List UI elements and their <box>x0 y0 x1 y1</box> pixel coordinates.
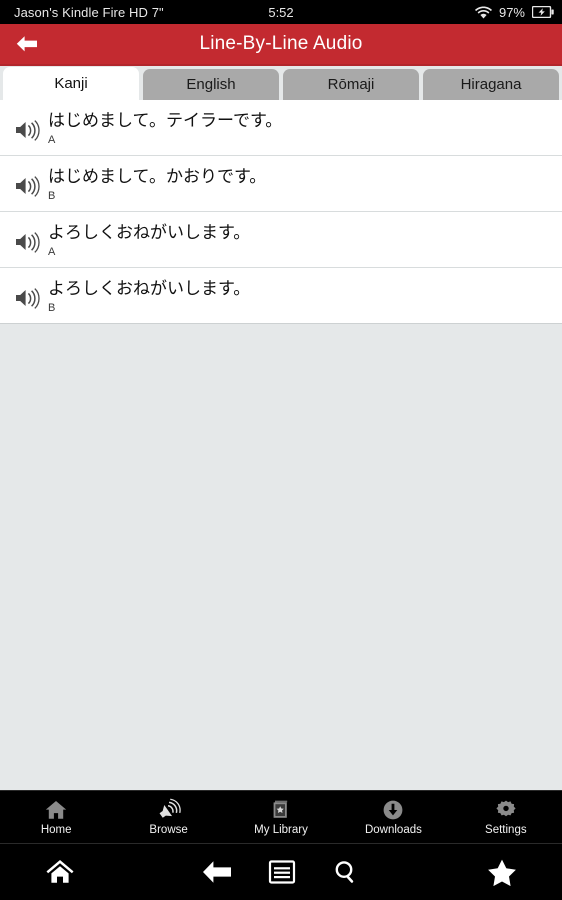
page-title: Line-By-Line Audio <box>199 33 363 54</box>
line-sentence: はじめまして。かおりです。 <box>48 167 267 187</box>
nav-search-button[interactable] <box>332 859 360 885</box>
line-text-block: よろしくおねがいします。 A <box>44 221 250 259</box>
tab-kanji[interactable]: Kanji <box>3 67 139 100</box>
battery-charging-icon <box>532 6 554 18</box>
tab-home-label: Home <box>40 824 72 836</box>
download-circle-icon <box>381 798 405 822</box>
line-sentence: よろしくおねがいします。 <box>48 279 251 299</box>
broadcast-icon <box>157 798 181 822</box>
line-text-block: よろしくおねがいします。 B <box>44 277 250 315</box>
tab-downloads[interactable]: Downloads <box>337 798 449 836</box>
nav-back-button[interactable] <box>202 859 232 885</box>
status-device-name: Jason's Kindle Fire HD 7" <box>14 4 164 20</box>
bottom-tab-bar: Home Browse My Library Downloads Setting… <box>0 790 562 844</box>
line-sentence: よろしくおねがいします。 <box>48 223 251 243</box>
tab-settings[interactable]: Settings <box>450 798 562 836</box>
tab-home[interactable]: Home <box>0 798 112 836</box>
speaker-icon <box>14 119 40 141</box>
play-audio-button[interactable] <box>10 225 44 259</box>
wifi-icon <box>474 6 492 19</box>
nav-center-group <box>120 859 442 885</box>
line-speaker-label: B <box>48 302 56 314</box>
home-icon <box>45 858 75 886</box>
list-item[interactable]: はじめまして。かおりです。 B <box>0 156 562 212</box>
play-audio-button[interactable] <box>10 113 44 147</box>
tab-hiragana[interactable]: Hiragana <box>423 69 559 100</box>
status-bar: Jason's Kindle Fire HD 7" 5:52 97% <box>0 0 562 24</box>
line-text-block: はじめまして。テイラーです。 A <box>44 109 282 147</box>
nav-home-button[interactable] <box>0 858 120 886</box>
tab-my-library[interactable]: My Library <box>225 798 337 836</box>
home-icon <box>44 798 68 822</box>
list-item[interactable]: よろしくおねがいします。 B <box>0 268 562 323</box>
play-audio-button[interactable] <box>10 169 44 203</box>
tab-english[interactable]: English <box>143 69 279 100</box>
status-indicators: 97% <box>474 4 554 20</box>
line-speaker-label: A <box>48 246 56 258</box>
tab-settings-label: Settings <box>485 824 527 836</box>
line-speaker-label: B <box>48 190 56 202</box>
tab-strip: Kanji English Rōmaji Hiragana <box>0 66 562 100</box>
battery-percent-label: 97% <box>498 4 525 20</box>
star-icon <box>487 858 517 886</box>
tab-browse-label: Browse <box>149 824 188 836</box>
play-audio-button[interactable] <box>10 281 44 315</box>
line-sentence: はじめまして。テイラーです。 <box>48 111 283 131</box>
speaker-icon <box>14 231 40 253</box>
gear-icon <box>494 798 518 822</box>
tab-romaji[interactable]: Rōmaji <box>283 69 419 100</box>
back-button[interactable] <box>0 23 54 65</box>
nav-favorite-button[interactable] <box>442 858 562 886</box>
book-star-icon <box>269 798 293 822</box>
line-speaker-label: A <box>48 134 56 146</box>
app-bar: Line-By-Line Audio <box>0 24 562 66</box>
tab-browse[interactable]: Browse <box>112 798 224 836</box>
line-list: はじめまして。テイラーです。 A はじめまして。かおりです。 B よろしくおねが… <box>0 100 562 324</box>
app-root: Jason's Kindle Fire HD 7" 5:52 97% Line-… <box>0 0 562 900</box>
empty-area <box>0 324 562 790</box>
nav-menu-button[interactable] <box>268 859 296 885</box>
list-item[interactable]: はじめまして。テイラーです。 A <box>0 100 562 156</box>
back-arrow-icon <box>16 35 38 53</box>
speaker-icon <box>14 175 40 197</box>
tab-my-library-label: My Library <box>254 824 308 836</box>
speaker-icon <box>14 287 40 309</box>
list-item[interactable]: よろしくおねがいします。 A <box>0 212 562 268</box>
line-text-block: はじめまして。かおりです。 B <box>44 165 266 203</box>
system-nav-bar <box>0 844 562 900</box>
tab-downloads-label: Downloads <box>364 824 422 836</box>
